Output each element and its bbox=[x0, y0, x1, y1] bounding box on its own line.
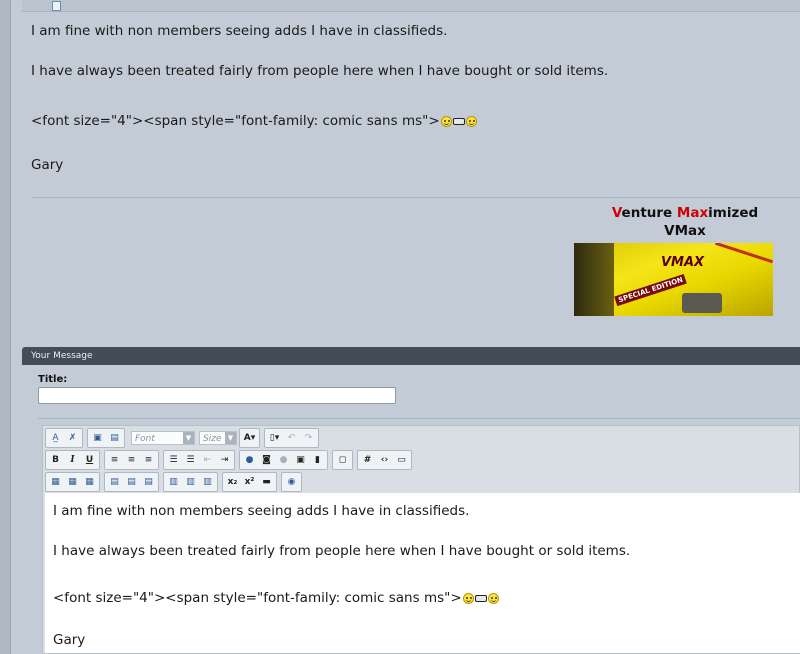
signature-banner-image: VMAX SPECIAL EDITION bbox=[574, 243, 773, 316]
banner-logo: VMAX bbox=[661, 255, 705, 270]
smiley-group-icon bbox=[462, 593, 499, 604]
left-scroll-edge bbox=[0, 0, 11, 654]
editor-line-1: I am fine with non members seeing adds I… bbox=[53, 503, 470, 519]
smiley-icon bbox=[465, 116, 477, 127]
row-delete-icon[interactable]: ▤ bbox=[140, 474, 157, 490]
title-label: Title: bbox=[38, 374, 68, 385]
post-line-3: <font size="4"><span style="font-family:… bbox=[31, 113, 477, 129]
editor-raw-markup: <font size="4"><span style="font-family:… bbox=[53, 590, 462, 606]
post-line-4: Gary bbox=[31, 157, 64, 173]
wrap-html-icon[interactable]: ‹› bbox=[376, 452, 393, 468]
remove-format-icon[interactable]: A̲ bbox=[47, 430, 64, 446]
post-raw-markup: <font size="4"><span style="font-family:… bbox=[31, 113, 440, 129]
spellcheck-icon[interactable]: ◉ bbox=[283, 474, 300, 490]
media-icon[interactable]: ▣ bbox=[292, 452, 309, 468]
sig-red-v: V bbox=[611, 205, 622, 221]
column-delete-icon[interactable]: ▥ bbox=[199, 474, 216, 490]
switch-mode-icon[interactable]: ✗ bbox=[64, 430, 81, 446]
post-body: I am fine with non members seeing adds I… bbox=[22, 12, 800, 332]
column-right-icon[interactable]: ▥ bbox=[182, 474, 199, 490]
row-above-icon[interactable]: ▤ bbox=[106, 474, 123, 490]
toolbar-row-1: A̲ ✗ ▣ ▤ Font ▼ Size ▼ A▾ ▯▾ ↶ ↷ bbox=[45, 428, 323, 448]
editor-separator bbox=[38, 418, 800, 419]
sig-text-a: enture bbox=[621, 205, 677, 221]
sig-text-b: imized bbox=[708, 205, 759, 221]
unlink-icon[interactable]: ● bbox=[275, 452, 292, 468]
superscript-icon[interactable]: x² bbox=[241, 474, 258, 490]
smiley-icon bbox=[487, 593, 499, 604]
toolbar-row-2: B I U ≡ ≡ ≡ ☰ ☰ ⇤ ⇥ ● ◙ ● ▣ ▮ ◻ # ‹› ▭ bbox=[45, 450, 416, 470]
horizontal-rule-icon[interactable]: ▬ bbox=[258, 474, 275, 490]
redo-icon[interactable]: ↷ bbox=[300, 430, 317, 446]
bold-button[interactable]: B bbox=[47, 452, 64, 468]
smiley-icon bbox=[462, 593, 474, 604]
paste-icon[interactable]: ▣ bbox=[89, 430, 106, 446]
font-select[interactable]: Font ▼ bbox=[131, 431, 195, 445]
sig-red-max: Max bbox=[676, 205, 709, 221]
column-left-icon[interactable]: ▥ bbox=[165, 474, 182, 490]
rich-text-editor: A̲ ✗ ▣ ▤ Font ▼ Size ▼ A▾ ▯▾ ↶ ↷ B I U ≡… bbox=[42, 425, 800, 654]
numbered-list-icon[interactable]: ☰ bbox=[165, 452, 182, 468]
smiley-icon bbox=[440, 116, 452, 127]
align-right-icon[interactable]: ≡ bbox=[140, 452, 157, 468]
table-insert-icon[interactable]: ▦ bbox=[64, 474, 81, 490]
outdent-icon[interactable]: ⇤ bbox=[199, 452, 216, 468]
title-input[interactable] bbox=[38, 387, 396, 404]
toolbar-row-3: ▦ ▦ ▦ ▤ ▤ ▤ ▥ ▥ ▥ x₂ x² ▬ ◉ bbox=[45, 472, 306, 492]
editor-content-area[interactable]: I am fine with non members seeing adds I… bbox=[45, 493, 800, 653]
image-icon[interactable]: ◙ bbox=[258, 452, 275, 468]
smiley-group-icon bbox=[440, 116, 477, 127]
chevron-down-icon: ▼ bbox=[225, 432, 236, 444]
editor-header: Your Message bbox=[22, 347, 800, 365]
underline-button[interactable]: U bbox=[81, 452, 98, 468]
indent-icon[interactable]: ⇥ bbox=[216, 452, 233, 468]
link-icon[interactable]: ● bbox=[241, 452, 258, 468]
wrap-php-icon[interactable]: ▭ bbox=[393, 452, 410, 468]
signature-text: Venture Maximized VMax bbox=[585, 205, 785, 239]
align-center-icon[interactable]: ≡ bbox=[123, 452, 140, 468]
attachment-icon[interactable]: ▮ bbox=[309, 452, 326, 468]
table-icon[interactable]: ▦ bbox=[47, 474, 64, 490]
reply-editor: Your Message Title: A̲ ✗ ▣ ▤ Font ▼ Size ▼… bbox=[22, 347, 800, 654]
glasses-smiley-icon bbox=[452, 118, 465, 125]
post-header-strip bbox=[22, 0, 800, 12]
glasses-smiley-icon bbox=[474, 595, 487, 602]
bullet-list-icon[interactable]: ☰ bbox=[182, 452, 199, 468]
post-line-2: I have always been treated fairly from p… bbox=[31, 63, 609, 79]
editor-line-3: <font size="4"><span style="font-family:… bbox=[53, 590, 499, 606]
wrap-code-icon[interactable]: # bbox=[359, 452, 376, 468]
size-select[interactable]: Size ▼ bbox=[199, 431, 237, 445]
editor-line-4: Gary bbox=[53, 632, 86, 648]
paste-text-icon[interactable]: ▤ bbox=[106, 430, 123, 446]
document-icon bbox=[52, 1, 61, 11]
post-line-1: I am fine with non members seeing adds I… bbox=[31, 23, 448, 39]
sig-line-2: VMax bbox=[664, 223, 706, 239]
editor-line-2: I have always been treated fairly from p… bbox=[53, 543, 631, 559]
subscript-icon[interactable]: x₂ bbox=[224, 474, 241, 490]
banner-badge: SPECIAL EDITION bbox=[614, 273, 688, 307]
table-delete-icon[interactable]: ▦ bbox=[81, 474, 98, 490]
row-below-icon[interactable]: ▤ bbox=[123, 474, 140, 490]
chevron-down-icon: ▼ bbox=[183, 432, 194, 444]
insert-template-button[interactable]: ▯▾ bbox=[266, 430, 283, 446]
text-color-button[interactable]: A▾ bbox=[241, 430, 258, 446]
align-left-icon[interactable]: ≡ bbox=[106, 452, 123, 468]
italic-button[interactable]: I bbox=[64, 452, 81, 468]
signature-divider bbox=[32, 197, 800, 198]
quote-icon[interactable]: ◻ bbox=[334, 452, 351, 468]
undo-icon[interactable]: ↶ bbox=[283, 430, 300, 446]
